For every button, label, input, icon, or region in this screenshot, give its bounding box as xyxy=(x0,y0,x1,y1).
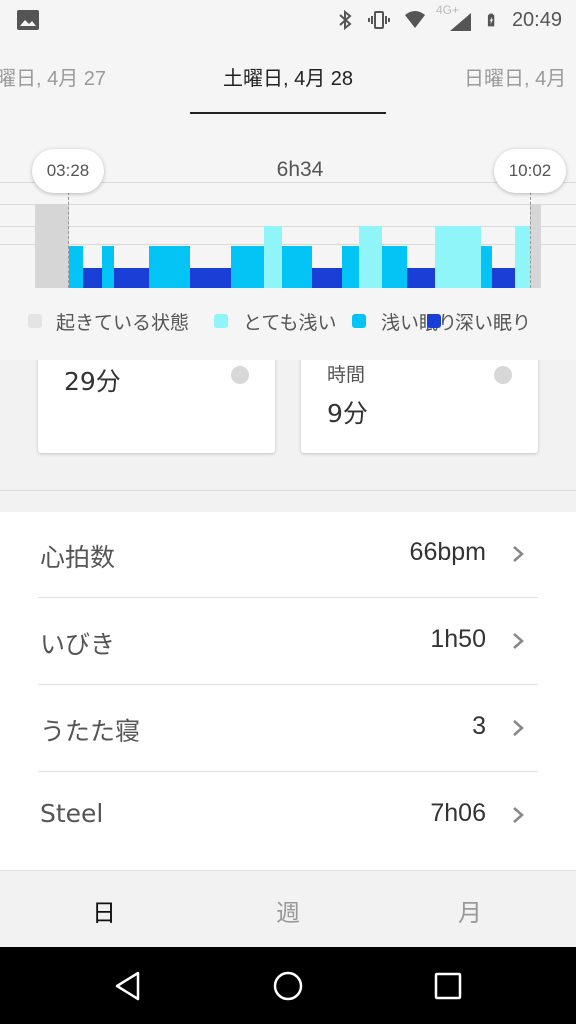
bar-light xyxy=(231,246,264,288)
date-tab-prev[interactable]: 曜日, 4月 27 xyxy=(0,62,106,91)
legend-label-very-light: とても浅い xyxy=(243,312,337,334)
legend-label-deep: 深い眠り xyxy=(455,312,532,334)
bar-deep xyxy=(407,268,435,288)
date-tabs: 曜日, 4月 27 土曜日, 4月 28 日曜日, 4月 xyxy=(0,40,576,116)
metric-value: 3 xyxy=(472,712,486,740)
legend-label-light: 浅い眠り xyxy=(381,312,458,334)
start-marker xyxy=(68,192,69,288)
system-nav-bar xyxy=(0,947,576,1024)
section-divider xyxy=(0,490,576,491)
bar-deep xyxy=(492,268,515,288)
end-marker xyxy=(530,192,531,288)
summary-value: 29分 xyxy=(64,367,121,396)
period-tabs: 日 週 月 xyxy=(0,870,576,947)
bar-light xyxy=(149,246,190,288)
metric-row-snoring[interactable]: いびき 1h50 xyxy=(38,599,538,685)
home-icon[interactable] xyxy=(270,968,306,1004)
clock: 20:49 xyxy=(511,8,562,31)
metric-row-naps[interactable]: うたた寝 3 xyxy=(38,686,538,772)
bar-very-light xyxy=(359,226,382,288)
bar-light xyxy=(69,246,83,288)
bar-deep xyxy=(83,268,102,288)
legend-swatch-light xyxy=(352,314,366,328)
legend-swatch-awake xyxy=(28,314,42,328)
bar-awake xyxy=(35,204,69,288)
bluetooth-icon xyxy=(339,9,352,31)
tab-indicator xyxy=(190,112,386,114)
start-time-bubble[interactable]: 03:28 xyxy=(32,149,104,193)
chevron-right-icon xyxy=(513,633,524,649)
tab-week[interactable]: 週 xyxy=(258,893,318,928)
info-dot-icon xyxy=(494,366,512,384)
bar-light xyxy=(342,246,359,288)
bar-light xyxy=(481,246,492,288)
bar-deep xyxy=(190,268,231,288)
back-icon[interactable] xyxy=(110,968,146,1004)
sleep-chart: 6h34 03:28 10:02 起きている状態 とても浅い 浅い眠り 深い眠り xyxy=(0,116,576,360)
image-icon xyxy=(17,10,39,30)
bar-very-light xyxy=(264,226,282,288)
metric-value: 7h06 xyxy=(430,799,486,827)
legend-swatch-very-light xyxy=(214,314,228,328)
status-bar: 4G+ 20:49 xyxy=(0,0,576,40)
metric-value: 66bpm xyxy=(409,538,486,566)
vibrate-icon xyxy=(367,11,390,29)
chevron-right-icon xyxy=(513,807,524,823)
date-tab-next[interactable]: 日曜日, 4月 xyxy=(464,62,566,91)
metric-row-steel[interactable]: Steel 7h06 xyxy=(38,773,538,859)
bar-very-light xyxy=(515,226,530,288)
summary-label: 時間 xyxy=(327,364,366,386)
summary-card-right[interactable]: 時間 9分 xyxy=(301,350,538,453)
legend-label-awake: 起きている状態 xyxy=(56,312,190,334)
row-divider xyxy=(38,684,538,685)
summary-card-left[interactable]: 29分 xyxy=(38,350,275,453)
chart-legend: 起きている状態 とても浅い 浅い眠り 深い眠り xyxy=(0,306,576,336)
tab-month[interactable]: 月 xyxy=(440,893,500,928)
metric-label: うたた寝 xyxy=(40,717,141,746)
metric-label: Steel xyxy=(40,799,104,828)
chevron-right-icon xyxy=(513,546,524,562)
metric-value: 1h50 xyxy=(430,625,486,653)
bar-light xyxy=(102,246,114,288)
date-tab-current[interactable]: 土曜日, 4月 28 xyxy=(190,62,386,91)
wifi-icon xyxy=(404,11,425,28)
bar-very-light xyxy=(435,226,481,288)
legend-swatch-deep xyxy=(427,314,441,328)
end-time-bubble[interactable]: 10:02 xyxy=(494,149,566,193)
row-divider xyxy=(38,597,538,598)
battery-icon xyxy=(487,13,495,27)
sleep-duration: 6h34 xyxy=(276,158,324,181)
bar-light xyxy=(282,246,312,288)
bar-light xyxy=(382,246,407,288)
summary-value: 9分 xyxy=(327,399,368,428)
row-divider xyxy=(38,771,538,772)
metrics-list: 心拍数 66bpm いびき 1h50 うたた寝 3 Steel 7h06 xyxy=(0,512,576,870)
info-dot-icon xyxy=(231,366,249,384)
bar-awake xyxy=(530,204,541,288)
bar-deep xyxy=(114,268,149,288)
signal-icon: 4G+ xyxy=(436,3,474,31)
metric-label: いびき xyxy=(40,630,116,659)
bar-deep xyxy=(312,268,342,288)
metric-label: 心拍数 xyxy=(40,543,116,572)
metric-row-heart-rate[interactable]: 心拍数 66bpm xyxy=(38,512,538,598)
recent-apps-icon[interactable] xyxy=(430,968,466,1004)
chevron-right-icon xyxy=(513,720,524,736)
tab-day[interactable]: 日 xyxy=(74,893,134,928)
